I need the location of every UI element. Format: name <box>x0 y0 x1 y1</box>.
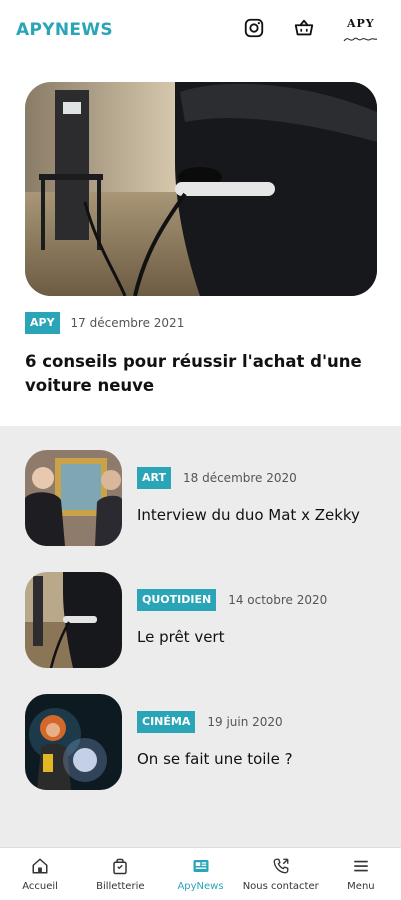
home-icon <box>32 858 48 874</box>
article-meta: ART 18 décembre 2020 <box>137 467 297 489</box>
nav-label: ApyNews <box>177 881 224 892</box>
article-date: 14 octobre 2020 <box>228 593 328 607</box>
nav-item-billetterie[interactable]: Billetterie <box>80 848 160 900</box>
apy-logo[interactable]: APY <box>341 17 379 43</box>
news-icon <box>193 860 208 872</box>
app-header: APYNEWS APY <box>0 0 401 62</box>
apy-logo-text: APY <box>347 17 375 30</box>
list-item[interactable]: ART 18 décembre 2020 Interview du duo Ma… <box>25 450 385 546</box>
ev-charging-photo <box>25 572 122 668</box>
nav-label: Menu <box>347 881 375 892</box>
duo-portrait-photo <box>25 450 122 546</box>
article-thumbnail[interactable] <box>25 572 122 668</box>
category-tag[interactable]: CINÉMA <box>137 711 196 733</box>
list-item[interactable]: QUOTIDIEN 14 octobre 2020 Le prêt vert <box>25 572 385 668</box>
article-thumbnail[interactable] <box>25 450 122 546</box>
category-tag[interactable]: ART <box>137 467 171 489</box>
article-meta: CINÉMA 19 juin 2020 <box>137 711 283 733</box>
nav-item-accueil[interactable]: Accueil <box>0 848 80 900</box>
featured-image[interactable] <box>25 82 377 296</box>
nav-item-nous-contacter[interactable]: Nous contacter <box>241 848 321 900</box>
ticket-bag-icon <box>113 858 128 875</box>
article-thumbnail[interactable] <box>25 694 122 790</box>
ev-charging-photo <box>25 82 377 296</box>
article-meta: QUOTIDIEN 14 octobre 2020 <box>137 589 327 611</box>
nav-item-menu[interactable]: Menu <box>321 848 401 900</box>
bottom-navigation: Accueil Billetterie ApyNews Nous contact… <box>0 847 401 900</box>
cinema-photo <box>25 694 122 790</box>
brand-title[interactable]: APYNEWS <box>16 20 113 40</box>
article-date: 17 décembre 2021 <box>70 316 185 330</box>
nav-label: Billetterie <box>96 881 145 892</box>
nav-label: Accueil <box>22 881 58 892</box>
category-tag[interactable]: APY <box>25 312 60 334</box>
featured-meta: APY 17 décembre 2021 <box>25 312 184 334</box>
nav-label: Nous contacter <box>242 881 319 892</box>
basket-icon[interactable] <box>293 17 315 39</box>
list-item[interactable]: CINÉMA 19 juin 2020 On se fait une toile… <box>25 694 385 790</box>
category-tag[interactable]: QUOTIDIEN <box>137 589 217 611</box>
article-title[interactable]: Le prêt vert <box>137 628 224 646</box>
nav-item-apynews[interactable]: ApyNews <box>160 848 240 900</box>
phone-icon <box>273 858 289 874</box>
article-title[interactable]: On se fait une toile ? <box>137 750 293 768</box>
featured-title[interactable]: 6 conseils pour réussir l'achat d'une vo… <box>25 350 375 398</box>
article-date: 18 décembre 2020 <box>183 471 297 485</box>
apy-logo-script <box>343 37 378 42</box>
menu-icon <box>354 860 368 872</box>
featured-article[interactable]: APY 17 décembre 2021 6 conseils pour réu… <box>0 62 401 426</box>
instagram-icon[interactable] <box>243 17 265 39</box>
article-title[interactable]: Interview du duo Mat x Zekky <box>137 506 360 524</box>
article-date: 19 juin 2020 <box>207 715 283 729</box>
